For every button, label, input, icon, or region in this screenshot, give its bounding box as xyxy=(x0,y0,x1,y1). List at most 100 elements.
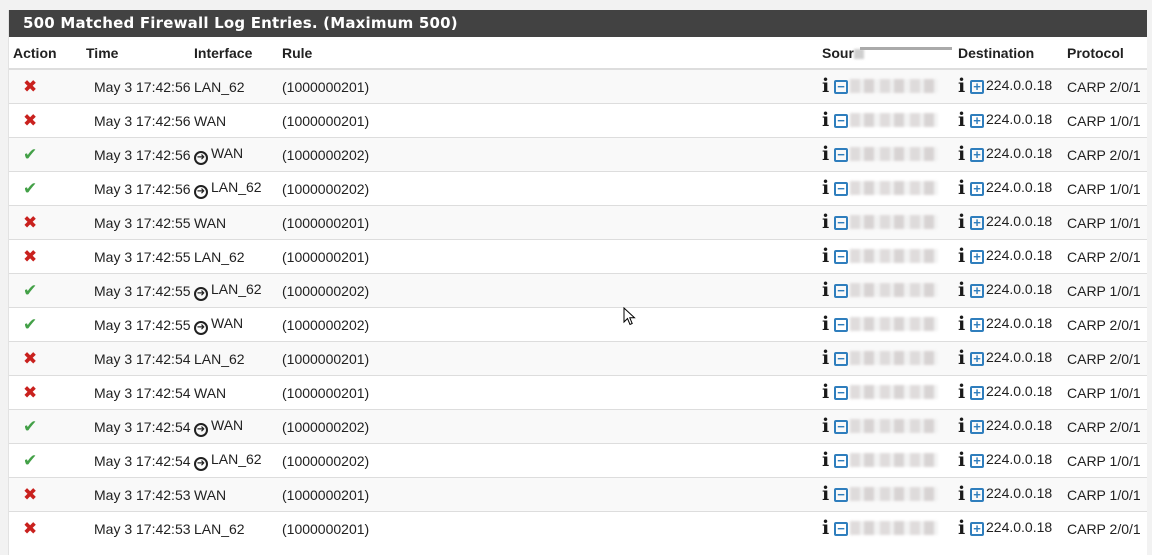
info-icon[interactable]: i xyxy=(958,247,968,266)
rule-link[interactable]: (1000000201) xyxy=(282,249,369,265)
block-source-icon[interactable]: − xyxy=(834,386,848,400)
pass-destination-icon[interactable]: + xyxy=(970,182,984,196)
pass-destination-icon[interactable]: + xyxy=(970,352,984,366)
protocol-cell: CARP 2/0/1 xyxy=(1067,511,1147,545)
block-icon[interactable]: ✖ xyxy=(23,384,37,401)
protocol-cell: CARP 1/0/1 xyxy=(1067,443,1147,478)
rule-link[interactable]: (1000000202) xyxy=(282,283,369,299)
block-icon[interactable]: ✖ xyxy=(23,78,37,95)
pass-destination-icon[interactable]: + xyxy=(970,488,984,502)
column-header-interface[interactable]: Interface xyxy=(194,37,282,70)
pass-destination-icon[interactable]: + xyxy=(970,454,984,468)
pass-destination-icon[interactable]: + xyxy=(970,216,984,230)
pass-icon[interactable]: ✔ xyxy=(23,146,37,163)
block-source-icon[interactable]: − xyxy=(834,352,848,366)
info-icon[interactable]: i xyxy=(958,111,968,130)
rule-link[interactable]: (1000000202) xyxy=(282,181,369,197)
column-header-protocol[interactable]: Protocol xyxy=(1067,37,1147,70)
source-address-redacted xyxy=(850,351,938,366)
pass-destination-icon[interactable]: + xyxy=(970,386,984,400)
pass-destination-icon[interactable]: + xyxy=(970,522,984,536)
info-icon[interactable]: i xyxy=(958,315,968,334)
info-icon[interactable]: i xyxy=(958,179,968,198)
block-source-icon[interactable]: − xyxy=(834,250,848,264)
block-source-icon[interactable]: − xyxy=(834,182,848,196)
pass-icon[interactable]: ✔ xyxy=(23,282,37,299)
pass-destination-icon[interactable]: + xyxy=(970,114,984,128)
info-icon[interactable]: i xyxy=(822,179,832,198)
info-icon[interactable]: i xyxy=(822,213,832,232)
rule-link[interactable]: (1000000201) xyxy=(282,521,369,537)
info-icon[interactable]: i xyxy=(822,247,832,266)
rule-link[interactable]: (1000000201) xyxy=(282,487,369,503)
info-icon[interactable]: i xyxy=(958,145,968,164)
pass-destination-icon[interactable]: + xyxy=(970,318,984,332)
info-icon[interactable]: i xyxy=(958,281,968,300)
block-source-icon[interactable]: − xyxy=(834,318,848,332)
block-icon[interactable]: ✖ xyxy=(23,214,37,231)
time-cell: May 3 17:42:53 xyxy=(86,511,194,545)
info-icon[interactable]: i xyxy=(958,451,968,470)
block-source-icon[interactable]: − xyxy=(834,488,848,502)
block-source-icon[interactable]: − xyxy=(834,148,848,162)
source-cell: i − xyxy=(822,477,958,512)
rule-link[interactable]: (1000000202) xyxy=(282,317,369,333)
rule-link[interactable]: (1000000201) xyxy=(282,113,369,129)
block-source-icon[interactable]: − xyxy=(834,216,848,230)
pass-destination-icon[interactable]: + xyxy=(970,80,984,94)
info-icon[interactable]: i xyxy=(822,77,832,96)
info-icon[interactable]: i xyxy=(822,281,832,300)
pass-icon[interactable]: ✔ xyxy=(23,180,37,197)
block-icon[interactable]: ✖ xyxy=(23,112,37,129)
rule-link[interactable]: (1000000201) xyxy=(282,79,369,95)
info-icon[interactable]: i xyxy=(822,383,832,402)
block-source-icon[interactable]: − xyxy=(834,284,848,298)
pass-icon[interactable]: ✔ xyxy=(23,316,37,333)
pass-destination-icon[interactable]: + xyxy=(970,420,984,434)
rule-link[interactable]: (1000000202) xyxy=(282,453,369,469)
pass-destination-icon[interactable]: + xyxy=(970,148,984,162)
time-cell: May 3 17:42:56 xyxy=(86,137,194,172)
info-icon[interactable]: i xyxy=(958,213,968,232)
block-source-icon[interactable]: − xyxy=(834,420,848,434)
block-icon[interactable]: ✖ xyxy=(23,350,37,367)
interface-cell: ➜ LAN_62 xyxy=(194,273,282,308)
block-source-icon[interactable]: − xyxy=(834,522,848,536)
column-header-action[interactable]: Action xyxy=(9,37,86,70)
info-icon[interactable]: i xyxy=(822,145,832,164)
info-icon[interactable]: i xyxy=(822,349,832,368)
rule-link[interactable]: (1000000201) xyxy=(282,385,369,401)
info-icon[interactable]: i xyxy=(822,315,832,334)
info-icon[interactable]: i xyxy=(958,417,968,436)
pass-icon[interactable]: ✔ xyxy=(23,418,37,435)
block-source-icon[interactable]: − xyxy=(834,114,848,128)
column-header-source[interactable]: Sour xyxy=(822,37,958,70)
block-icon[interactable]: ✖ xyxy=(23,520,37,537)
pass-destination-icon[interactable]: + xyxy=(970,284,984,298)
pass-icon[interactable]: ✔ xyxy=(23,452,37,469)
info-icon[interactable]: i xyxy=(958,519,968,538)
info-icon[interactable]: i xyxy=(958,77,968,96)
info-icon[interactable]: i xyxy=(822,417,832,436)
rule-link[interactable]: (1000000201) xyxy=(282,215,369,231)
rule-link[interactable]: (1000000201) xyxy=(282,351,369,367)
info-icon[interactable]: i xyxy=(958,383,968,402)
column-header-time[interactable]: Time xyxy=(86,37,194,70)
pass-destination-icon[interactable]: + xyxy=(970,250,984,264)
info-icon[interactable]: i xyxy=(958,349,968,368)
column-header-rule[interactable]: Rule xyxy=(282,37,822,70)
block-source-icon[interactable]: − xyxy=(834,80,848,94)
column-header-destination[interactable]: Destination xyxy=(958,37,1067,70)
info-icon[interactable]: i xyxy=(958,485,968,504)
info-icon[interactable]: i xyxy=(822,519,832,538)
block-source-icon[interactable]: − xyxy=(834,454,848,468)
rule-link[interactable]: (1000000202) xyxy=(282,419,369,435)
info-icon[interactable]: i xyxy=(822,111,832,130)
block-icon[interactable]: ✖ xyxy=(23,486,37,503)
block-icon[interactable]: ✖ xyxy=(23,248,37,265)
info-icon[interactable]: i xyxy=(822,485,832,504)
action-cell: ✔ xyxy=(9,307,86,342)
protocol-cell: CARP 1/0/1 xyxy=(1067,205,1147,240)
rule-link[interactable]: (1000000202) xyxy=(282,147,369,163)
info-icon[interactable]: i xyxy=(822,451,832,470)
